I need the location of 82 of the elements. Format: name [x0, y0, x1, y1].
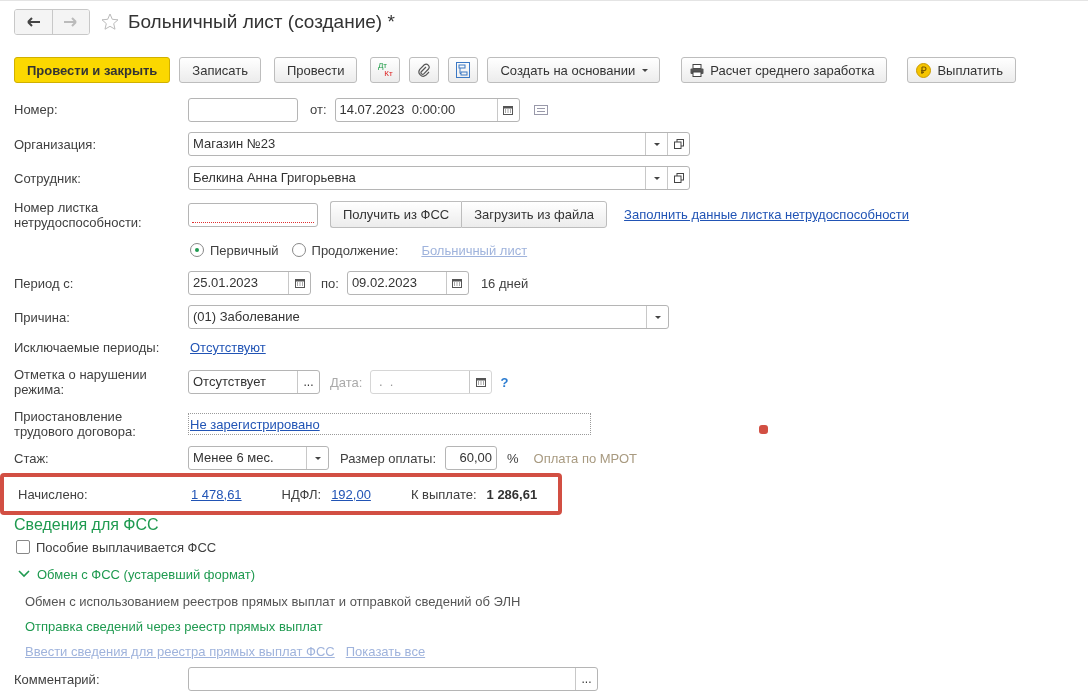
calendar-icon [294, 278, 305, 288]
date-field[interactable]: 25.01.2023 [188, 271, 311, 295]
help-link[interactable]: ? [500, 374, 509, 390]
pay-rate-field[interactable]: 60,00 [445, 446, 497, 470]
date-field[interactable]: 14.07.2023 0:00:00 [334, 97, 520, 122]
unit-label: % [507, 450, 519, 466]
description-text: Обмен с использованием реестров прямых выплат и отправкой сведений об ЭЛН [25, 593, 521, 609]
calculate-average-button[interactable]: Расчет среднего заработка [681, 57, 888, 83]
caret-icon [641, 67, 650, 73]
open-window-icon [673, 173, 684, 183]
caret-icon [652, 175, 661, 181]
checkbox[interactable] [16, 540, 30, 554]
field-label: Сотрудник: [14, 170, 82, 186]
number-field[interactable] [188, 97, 298, 122]
calendar-icon [475, 377, 486, 387]
checkbox-label[interactable]: Пособие выплачивается ФСС [36, 539, 217, 555]
reason-field[interactable]: (01) Заболевание [188, 305, 669, 329]
arrow-left-icon [26, 16, 41, 27]
choice-button[interactable]: ... [297, 371, 319, 393]
list-icon[interactable] [533, 104, 548, 115]
radio-label[interactable]: Продолжение: [311, 242, 399, 258]
field-label: Номер листка нетрудоспособности: [14, 199, 143, 230]
field-label: Исключаемые периоды: [14, 340, 161, 355]
field-label: НДФЛ: [281, 486, 322, 502]
field-label: Приостановление трудового договора: [14, 409, 137, 439]
violation-field[interactable]: Отсутствует ... [188, 370, 320, 394]
printer-icon [690, 63, 705, 77]
open-window-icon [673, 139, 684, 149]
caret-icon [653, 314, 662, 320]
organization-field[interactable]: Магазин №23 [188, 132, 690, 156]
toolbar-button[interactable]: Записать [179, 57, 261, 83]
create-based-on-button[interactable]: Создать на основании [487, 57, 661, 83]
note-text: Оплата по МРОТ [533, 450, 638, 466]
field-label: Причина: [14, 309, 71, 325]
structure-button[interactable] [448, 57, 479, 83]
link[interactable]: Отсутствуют [190, 340, 266, 355]
link[interactable]: Заполнить данные листка нетрудоспособности [624, 207, 910, 222]
experience-field[interactable]: Менее 6 мес. [188, 446, 329, 470]
structure-icon [456, 62, 471, 78]
toolbar-button[interactable]: Провести [273, 57, 358, 83]
payable-amount: 1 286,61 [486, 486, 538, 502]
choice-button[interactable]: ... [575, 668, 597, 690]
subsection-title: Отправка сведений через реестр прямых выплат [25, 619, 323, 634]
field-label: Организация: [14, 136, 98, 152]
field-label: по: [321, 275, 339, 291]
link[interactable]: 1 478,61 [191, 486, 242, 502]
fss-button[interactable]: Получить из ФСС [330, 201, 462, 228]
link[interactable]: 192,00 [331, 486, 371, 502]
coin-icon [916, 62, 932, 78]
field-label: Период с: [14, 275, 75, 291]
post-and-close-button[interactable]: Провести и закрыть [14, 57, 171, 83]
field-label: Комментарий: [14, 671, 101, 687]
star-icon[interactable] [101, 12, 119, 31]
chevron-icon[interactable] [18, 570, 30, 578]
field-label: от: [310, 102, 327, 117]
date-field[interactable]: 09.02.2023 [346, 271, 469, 295]
employee-field[interactable]: Белкина Анна Григорьевна [188, 166, 690, 190]
sick-leave-number-field[interactable] [188, 202, 318, 227]
days-count: 16 дней [480, 275, 529, 291]
window-title: Больничный лист (создание) * [128, 10, 395, 33]
comment-field[interactable]: ... [188, 667, 598, 691]
field-label: Дата: [330, 374, 363, 390]
section-title: Сведения для ФСС [14, 516, 159, 534]
calendar-icon [503, 104, 513, 115]
caret-icon [652, 141, 661, 147]
pay-button[interactable]: Выплатить [907, 57, 1016, 83]
arrow-right-icon [64, 16, 78, 27]
attach-button[interactable] [409, 57, 440, 83]
caret-icon [313, 455, 322, 461]
field-label: Размер оплаты: [340, 450, 436, 466]
calendar-icon [452, 278, 463, 288]
paperclip-icon [418, 63, 431, 77]
field-label: Отметка о нарушении режима: [14, 367, 148, 397]
field-label: Стаж: [14, 450, 50, 466]
back-button[interactable] [15, 9, 52, 34]
fss-button[interactable]: Загрузить из файла [461, 201, 608, 228]
dt-kt-button[interactable]: Дт Кт [370, 57, 401, 83]
field-label: Номер: [14, 102, 59, 117]
field-label: Начислено: [18, 486, 89, 502]
group-title[interactable]: Обмен с ФСС (устаревший формат) [37, 566, 256, 582]
field-label: К выплате: [410, 486, 477, 502]
radio-label[interactable]: Первичный [210, 242, 279, 258]
